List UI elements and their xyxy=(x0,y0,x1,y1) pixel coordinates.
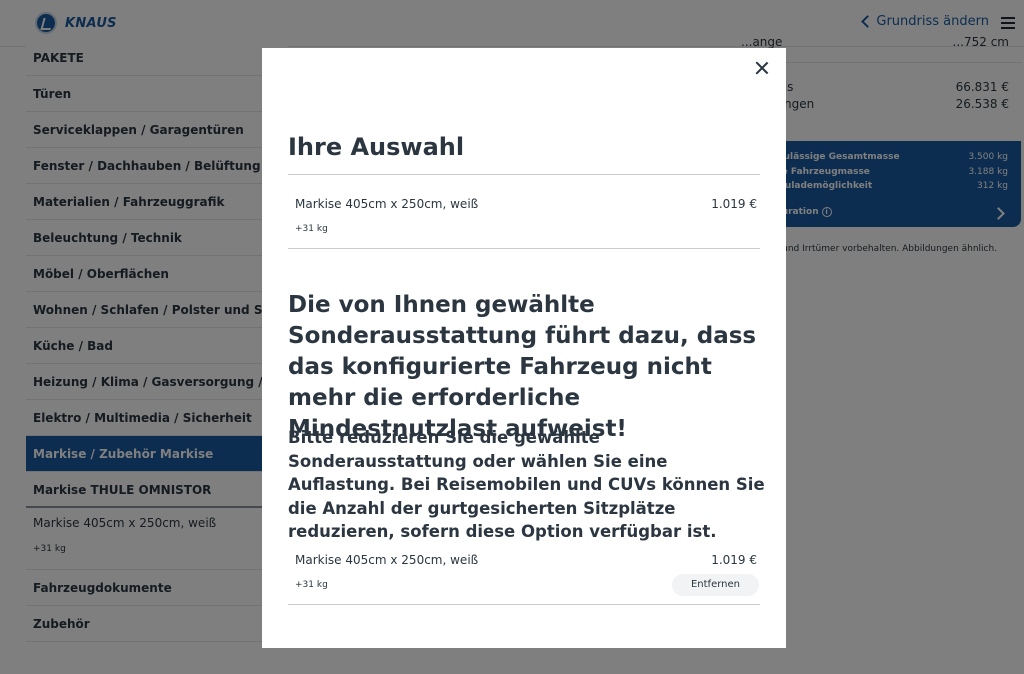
warning-text: Bitte reduzieren Sie die gewählte Sonder… xyxy=(288,428,765,541)
conflict-item-name: Markise 405cm x 250cm, weiß xyxy=(295,553,479,567)
modal-title: Ihre Auswahl xyxy=(288,133,465,161)
conflict-item-weight: +31 kg xyxy=(295,580,328,590)
selection-modal: Ihre Auswahl Markise 405cm x 250cm, weiß… xyxy=(262,48,786,648)
selected-item-price: 1.019 € xyxy=(711,197,757,211)
divider xyxy=(288,604,760,605)
selected-item-weight: +31 kg xyxy=(295,224,328,234)
divider xyxy=(288,248,760,249)
conflict-item-price: 1.019 € xyxy=(711,553,757,567)
selected-item-name: Markise 405cm x 250cm, weiß xyxy=(295,197,479,211)
remove-button[interactable]: Entfernen xyxy=(672,574,759,596)
close-icon[interactable] xyxy=(754,60,770,76)
warning-heading: Die von Ihnen gewählte Sonderausstattung… xyxy=(288,292,757,442)
divider xyxy=(288,174,760,175)
